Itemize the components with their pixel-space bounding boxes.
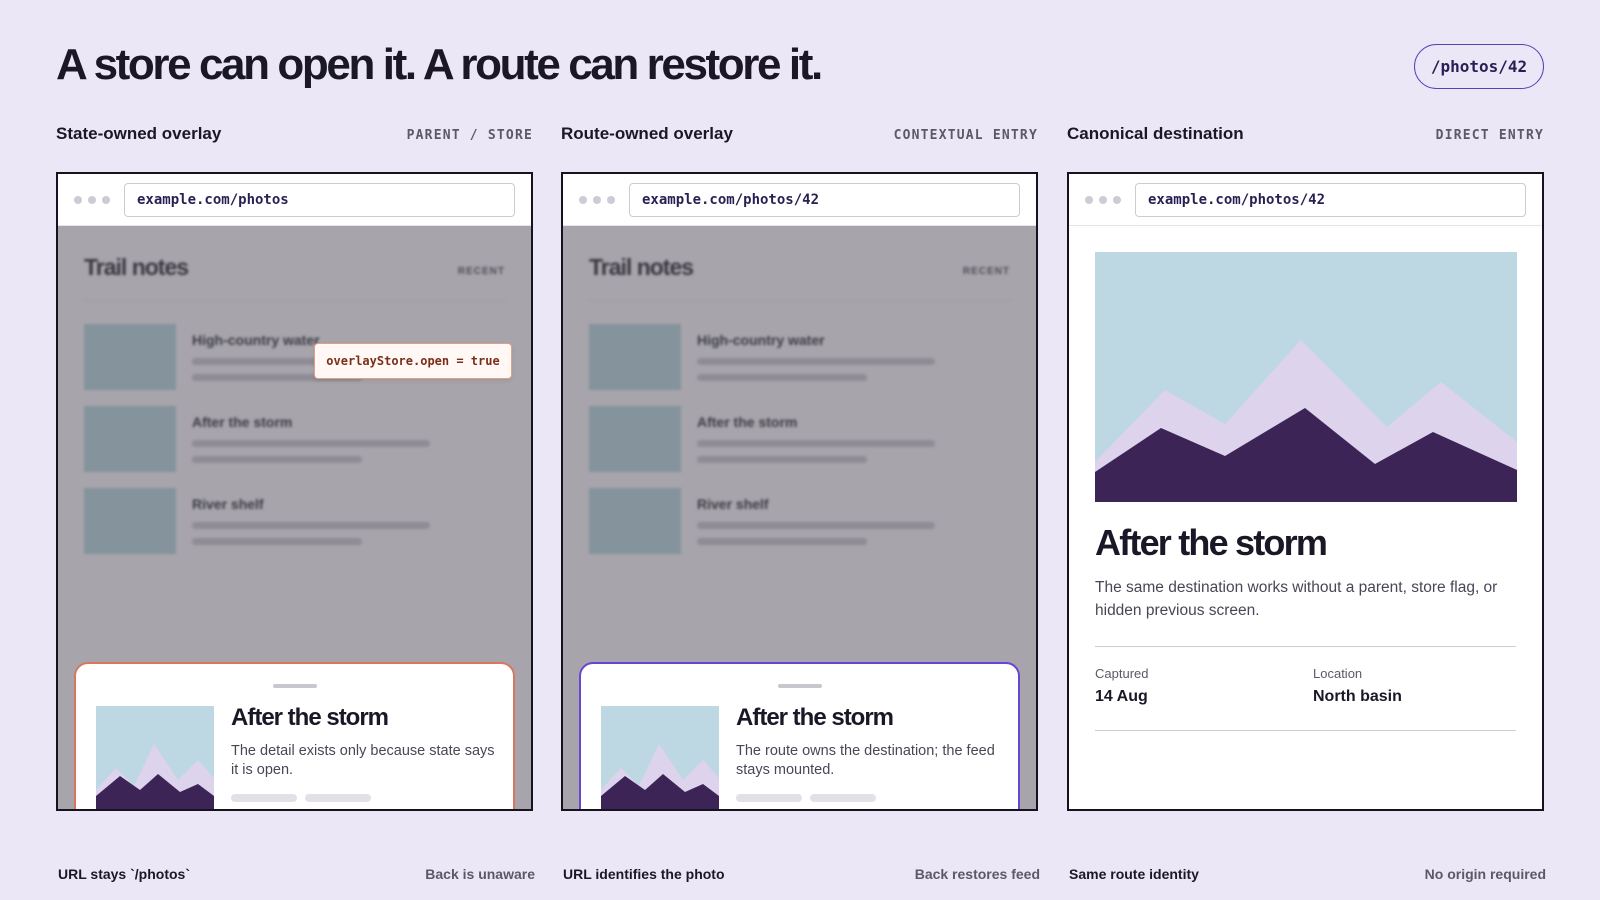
text-placeholder-line [697, 522, 935, 529]
text-placeholder-line [697, 538, 867, 545]
placeholder-chip [231, 794, 297, 802]
column-tag: DIRECT ENTRY [1435, 128, 1544, 143]
feed-item: After the storm [84, 406, 505, 472]
column-title: Route-owned overlay [561, 124, 733, 143]
feed-item: River shelf [589, 488, 1010, 554]
window-dots-icon [579, 195, 615, 204]
url-bar[interactable]: example.com/photos/42 [629, 182, 1020, 217]
browser-chrome: example.com/photos/42 [1069, 174, 1542, 226]
column-title: Canonical destination [1067, 124, 1244, 143]
feed-recent-label: RECENT [457, 266, 505, 277]
window-dots-icon [74, 195, 110, 204]
divider [589, 300, 1010, 301]
drag-handle[interactable] [272, 684, 317, 688]
route-pill: /photos/42 [1414, 44, 1544, 89]
column-route-owned: Route-owned overlay CONTEXTUAL ENTRY exa… [561, 124, 1038, 811]
placeholder-chip [810, 794, 876, 802]
location-value: North basin [1313, 688, 1402, 705]
browser-chrome: example.com/photos [58, 174, 531, 226]
sheet-title: After the storm [231, 704, 389, 731]
feed-title: Trail notes [589, 254, 694, 280]
column-tag: CONTEXTUAL ENTRY [893, 128, 1038, 143]
column-footer: Same route identity No origin required [1069, 866, 1546, 882]
mountain-hero-image-icon [1095, 252, 1517, 502]
text-placeholder-line [697, 358, 935, 365]
divider [1095, 646, 1516, 647]
captured-value: 14 Aug [1095, 688, 1148, 705]
feed-thumbnail [589, 324, 681, 390]
feed-recent-label: RECENT [962, 266, 1010, 277]
text-placeholder-line [192, 440, 430, 447]
footer-note: Back restores feed [914, 866, 1040, 882]
text-placeholder-line [192, 456, 362, 463]
text-placeholder-line [192, 538, 362, 545]
feed-thumbnail [589, 406, 681, 472]
detail-title: After the storm [1095, 522, 1328, 563]
column-header: State-owned overlay PARENT / STORE [56, 124, 533, 148]
column-tag: PARENT / STORE [406, 128, 533, 143]
captured-label: Captured [1095, 666, 1149, 681]
feed-item-title: After the storm [192, 414, 293, 430]
footer-caption: Same route identity [1069, 866, 1199, 882]
placeholder-chip [305, 794, 371, 802]
feed-thumbnail [84, 406, 176, 472]
feed-item-title: River shelf [192, 496, 264, 512]
column-footer: URL identifies the photo Back restores f… [563, 866, 1040, 882]
feed-thumbnail [84, 324, 176, 390]
divider [84, 300, 505, 301]
feed-thumbnail [589, 488, 681, 554]
destination-page: After the storm The same destination wor… [1069, 226, 1542, 809]
feed-thumbnail [84, 488, 176, 554]
divider [1095, 730, 1516, 731]
feed-item: After the storm [589, 406, 1010, 472]
state-flag-badge: overlayStore.open = true [314, 343, 512, 379]
mountain-image-icon [601, 706, 719, 809]
column-header: Canonical destination DIRECT ENTRY [1067, 124, 1544, 148]
footer-note: No origin required [1424, 866, 1546, 882]
detail-sheet[interactable]: After the storm The route owns the desti… [579, 662, 1020, 809]
detail-sheet[interactable]: After the storm The detail exists only b… [74, 662, 515, 809]
text-placeholder-line [697, 440, 935, 447]
dimmed-feed-backdrop: Trail notes RECENT High-country water Af… [58, 226, 531, 809]
url-bar[interactable]: example.com/photos [124, 182, 515, 217]
window-dots-icon [1085, 195, 1121, 204]
dimmed-feed-backdrop: Trail notes RECENT High-country water Af… [563, 226, 1036, 809]
feed-item: High-country water [589, 324, 1010, 390]
browser-chrome: example.com/photos/42 [563, 174, 1036, 226]
drag-handle[interactable] [777, 684, 822, 688]
footer-caption: URL identifies the photo [563, 866, 725, 882]
text-placeholder-line [697, 374, 867, 381]
url-bar[interactable]: example.com/photos/42 [1135, 182, 1526, 217]
page-title: A store can open it. A route can restore… [56, 40, 823, 89]
browser-frame: example.com/photos/42 After the storm Th… [1067, 172, 1544, 811]
feed-item-title: After the storm [697, 414, 798, 430]
column-footer: URL stays `/photos` Back is unaware [58, 866, 535, 882]
feed-title: Trail notes [84, 254, 189, 280]
footer-note: Back is unaware [425, 866, 535, 882]
placeholder-chip [736, 794, 802, 802]
feed-item-title: High-country water [697, 332, 825, 348]
column-canonical-destination: Canonical destination DIRECT ENTRY examp… [1067, 124, 1544, 811]
detail-description: The same destination works without a par… [1095, 579, 1498, 619]
column-state-owned: State-owned overlay PARENT / STORE examp… [56, 124, 533, 811]
footer-caption: URL stays `/photos` [58, 866, 190, 882]
location-label: Location [1313, 666, 1363, 681]
text-placeholder-line [192, 522, 430, 529]
feed-item-title: River shelf [697, 496, 769, 512]
sheet-title: After the storm [736, 704, 894, 731]
column-title: State-owned overlay [56, 124, 222, 143]
column-header: Route-owned overlay CONTEXTUAL ENTRY [561, 124, 1038, 148]
feed-item: River shelf [84, 488, 505, 554]
sheet-description: The detail exists only because state say… [231, 743, 495, 778]
mountain-image-icon [96, 706, 214, 809]
browser-frame: example.com/photos/42 Trail notes RECENT… [561, 172, 1038, 811]
browser-frame: example.com/photos Trail notes RECENT Hi… [56, 172, 533, 811]
sheet-description: The route owns the destination; the feed… [736, 743, 995, 778]
feed-item-title: High-country water [192, 332, 320, 348]
text-placeholder-line [697, 456, 867, 463]
